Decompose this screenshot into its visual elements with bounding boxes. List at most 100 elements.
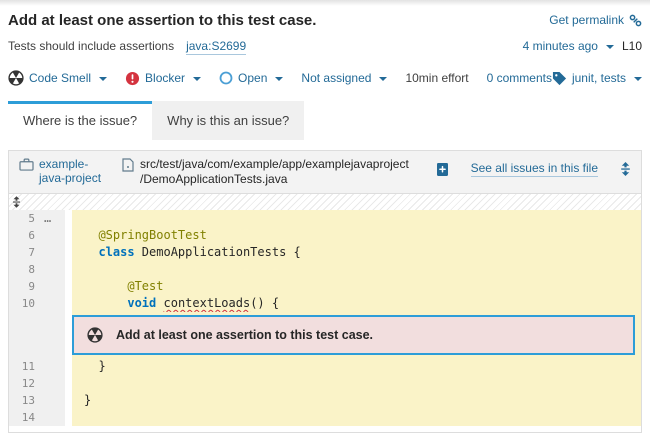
get-permalink-label: Get permalink xyxy=(549,13,624,27)
code-content xyxy=(72,375,641,392)
project-icon xyxy=(19,158,34,171)
code-token: void xyxy=(127,296,156,310)
line-number[interactable]: 13 xyxy=(9,392,38,409)
code-token: } xyxy=(84,359,106,373)
comments-link[interactable]: 0 comments xyxy=(487,71,552,85)
issue-tags-dropdown[interactable]: junit, tests xyxy=(552,71,642,86)
line-meta xyxy=(38,227,65,244)
chevron-down-icon xyxy=(275,77,283,81)
source-file-header: example-java-project src/test/java/com/e… xyxy=(9,151,641,194)
issue-title: Add at least one assertion to this test … xyxy=(8,11,316,30)
code-content xyxy=(72,409,641,426)
expand-file-icon[interactable] xyxy=(620,162,631,176)
chevron-down-icon xyxy=(606,45,614,49)
code-token xyxy=(84,228,98,242)
gutter-spacer xyxy=(65,295,72,312)
line-meta xyxy=(38,312,65,358)
code-line-8: 8 xyxy=(9,261,641,278)
issue-severity-label: Blocker xyxy=(145,71,185,85)
gutter-spacer xyxy=(65,227,72,244)
line-meta xyxy=(38,358,65,375)
get-permalink-link[interactable]: Get permalink xyxy=(549,13,642,27)
tab-where-is-the-issue[interactable]: Where is the issue? xyxy=(8,101,152,140)
line-number[interactable]: 5 xyxy=(9,210,38,227)
issue-type-dropdown[interactable]: Code Smell xyxy=(8,70,107,86)
issue-assignee-dropdown[interactable]: Not assigned xyxy=(301,71,387,85)
code-content: class DemoApplicationTests { xyxy=(72,244,641,261)
code-lines: 5…6 @SpringBootTest7 class DemoApplicati… xyxy=(9,210,641,432)
line-meta xyxy=(38,244,65,261)
file-path-line2: /DemoApplicationTests.java xyxy=(140,172,409,187)
issue-tags-label: junit, tests xyxy=(572,71,626,85)
gutter-spacer xyxy=(65,392,72,409)
code-line-6: 6 @SpringBootTest xyxy=(9,227,641,244)
code-content: } xyxy=(72,392,641,409)
issue-status-dropdown[interactable]: Open xyxy=(219,71,283,85)
code-line-10: 10 void contextLoads() { xyxy=(9,295,641,312)
code-content xyxy=(72,210,641,227)
line-number xyxy=(9,312,38,358)
chevron-down-icon xyxy=(99,77,107,81)
code-line-13: 13} xyxy=(9,392,641,409)
issue-message-box[interactable]: Add at least one assertion to this test … xyxy=(72,315,635,355)
issue-assignee-label: Not assigned xyxy=(301,71,371,85)
gutter-spacer xyxy=(65,409,72,426)
code-content: @Test xyxy=(72,278,641,295)
code-token: class xyxy=(98,245,134,259)
line-number[interactable]: 9 xyxy=(9,278,38,295)
issue-box-cell: Add at least one assertion to this test … xyxy=(72,312,641,358)
issue-message-row: Add at least one assertion to this test … xyxy=(9,312,641,358)
code-token xyxy=(84,296,127,310)
code-line-9: 9 @Test xyxy=(9,278,641,295)
gutter-spacer xyxy=(65,375,72,392)
issue-location-text[interactable]: contextLoads xyxy=(164,296,251,310)
issue-age-dropdown[interactable]: 4 minutes ago xyxy=(523,39,614,53)
see-all-issues-link[interactable]: See all issues in this file xyxy=(471,161,598,177)
line-number[interactable]: 7 xyxy=(9,244,38,261)
line-meta xyxy=(38,278,65,295)
issue-detail-tabs: Where is the issue? Why is this an issue… xyxy=(8,101,650,140)
chevron-down-icon xyxy=(634,77,642,81)
line-number[interactable]: 10 xyxy=(9,295,38,312)
code-token xyxy=(156,296,163,310)
code-token: @Test xyxy=(127,279,163,293)
line-number[interactable]: 14 xyxy=(9,409,38,426)
line-meta xyxy=(38,392,65,409)
rule-key-link[interactable]: java:S2699 xyxy=(186,39,246,55)
code-token xyxy=(84,245,98,259)
code-content xyxy=(72,261,641,278)
issue-severity-dropdown[interactable]: Blocker xyxy=(125,71,201,86)
expand-code-icon[interactable] xyxy=(12,196,21,208)
file-path-text: src/test/java/com/example/app/examplejav… xyxy=(140,157,409,187)
issue-toolbar: Code Smell Blocker Open Not xyxy=(8,70,642,86)
collapsed-code-strip xyxy=(9,194,641,210)
source-viewer: example-java-project src/test/java/com/e… xyxy=(8,150,642,433)
rule-name: Tests should include assertions xyxy=(8,39,174,53)
line-number[interactable]: 12 xyxy=(9,375,38,392)
code-token: @SpringBootTest xyxy=(98,228,206,242)
issue-age-label: 4 minutes ago xyxy=(523,39,598,53)
project-name-link: example-java-project xyxy=(39,157,113,185)
project-link-group[interactable]: example-java-project xyxy=(19,157,113,185)
issue-message-text: Add at least one assertion to this test … xyxy=(116,327,373,344)
file-path-line1: src/test/java/com/example/app/examplejav… xyxy=(140,157,409,172)
line-number[interactable]: 11 xyxy=(9,358,38,375)
line-number[interactable]: 8 xyxy=(9,261,38,278)
gutter-spacer xyxy=(65,278,72,295)
code-content: void contextLoads() { xyxy=(72,295,641,312)
code-token: DemoApplicationTests { xyxy=(135,245,301,259)
line-meta xyxy=(38,295,65,312)
code-token: () { xyxy=(250,296,279,310)
code-smell-icon xyxy=(87,327,103,343)
tab-why-is-this-an-issue[interactable]: Why is this an issue? xyxy=(152,101,304,140)
open-status-icon xyxy=(219,71,233,85)
permalink-icon xyxy=(629,14,642,27)
gutter-spacer xyxy=(65,358,72,375)
line-number[interactable]: 6 xyxy=(9,227,38,244)
issue-status-label: Open xyxy=(238,71,267,85)
line-meta xyxy=(38,409,65,426)
collapsed-code-marker[interactable]: … xyxy=(38,210,65,227)
code-line-11: 11 } xyxy=(9,358,641,375)
file-path-group: src/test/java/com/example/app/examplejav… xyxy=(122,157,427,187)
pin-file-icon[interactable] xyxy=(436,162,449,177)
